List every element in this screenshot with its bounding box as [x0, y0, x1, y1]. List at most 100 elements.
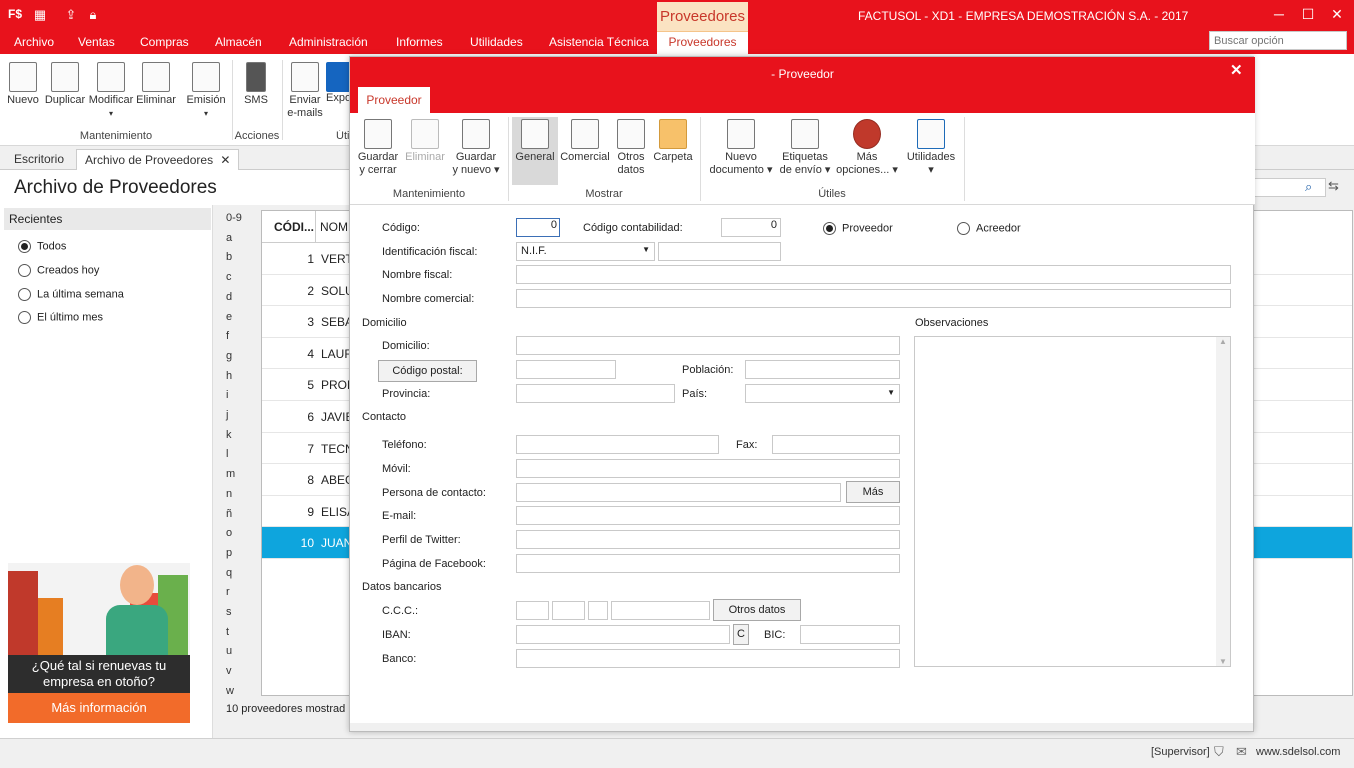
- nombre-fiscal-input[interactable]: [516, 265, 1231, 284]
- filter-todos[interactable]: Todos: [18, 240, 66, 253]
- pais-select[interactable]: ▼: [745, 384, 900, 403]
- letter-index-item[interactable]: b: [226, 251, 232, 263]
- letter-index-item[interactable]: f: [226, 330, 229, 342]
- facebook-input[interactable]: [516, 554, 900, 573]
- menu-almacen[interactable]: Almacén: [215, 35, 262, 49]
- letter-index-item[interactable]: d: [226, 291, 232, 303]
- promo-banner[interactable]: ¿Qué tal si renuevas tu empresa en otoño?…: [8, 563, 190, 723]
- letter-index-item[interactable]: q: [226, 567, 232, 579]
- maximize-icon[interactable]: ☐: [1297, 6, 1319, 24]
- letter-index-item[interactable]: u: [226, 645, 232, 657]
- filter-ultimo-mes[interactable]: El último mes: [18, 311, 103, 324]
- search-icon[interactable]: ⌕: [1305, 179, 1312, 195]
- letter-index-item[interactable]: j: [226, 409, 228, 421]
- ccc-dc-input[interactable]: [588, 601, 608, 620]
- enviar-emails-button[interactable]: Enviar e-mails: [285, 62, 325, 120]
- nombre-comercial-input[interactable]: [516, 289, 1231, 308]
- guardar-nuevo-button[interactable]: Guardar y nuevo ▾: [450, 119, 502, 177]
- letter-index-item[interactable]: s: [226, 606, 232, 618]
- comercial-button[interactable]: Comercial: [560, 119, 610, 164]
- tipo-proveedor-radio[interactable]: Proveedor: [823, 222, 893, 235]
- eliminar-button[interactable]: Eliminar: [136, 62, 176, 107]
- etiquetas-envio-button[interactable]: Etiquetas de envío ▾: [779, 119, 831, 177]
- shield-icon[interactable]: ⛉: [1214, 744, 1224, 760]
- search-option-input[interactable]: [1209, 31, 1347, 50]
- email-input[interactable]: [516, 506, 900, 525]
- mas-opciones-button[interactable]: Más opciones... ▾: [833, 119, 901, 177]
- dialog-tab-proveedor[interactable]: Proveedor: [358, 87, 430, 113]
- calendar-icon[interactable]: ▦: [31, 7, 49, 25]
- letter-index-item[interactable]: t: [226, 626, 229, 638]
- codigo-input[interactable]: 0: [516, 218, 560, 237]
- letter-index-item[interactable]: i: [226, 389, 228, 401]
- sms-button[interactable]: SMS: [240, 62, 272, 107]
- menu-informes[interactable]: Informes: [396, 35, 443, 49]
- refresh-icon[interactable]: ⇆: [1328, 178, 1339, 194]
- ccc-entidad-input[interactable]: [516, 601, 549, 620]
- grid-search-input[interactable]: [1250, 178, 1326, 197]
- scrollbar[interactable]: ▲ ▼: [1216, 337, 1230, 666]
- iban-input[interactable]: [516, 625, 730, 644]
- letter-index-item[interactable]: e: [226, 311, 232, 323]
- letter-index-item[interactable]: l: [226, 448, 228, 460]
- tipo-acreedor-radio[interactable]: Acreedor: [957, 222, 1021, 235]
- column-header-nombre[interactable]: NOM: [316, 211, 352, 243]
- menu-ventas[interactable]: Ventas: [78, 35, 115, 49]
- scroll-up-icon[interactable]: ▲: [1216, 337, 1230, 346]
- carpeta-button[interactable]: Carpeta: [652, 119, 694, 164]
- letter-index-item[interactable]: w: [226, 685, 234, 697]
- bic-input[interactable]: [800, 625, 900, 644]
- factusol-logo-icon[interactable]: F$: [6, 7, 24, 25]
- nuevo-documento-button[interactable]: Nuevo documento ▾: [705, 119, 777, 177]
- filter-creados-hoy[interactable]: Creados hoy: [18, 264, 99, 277]
- export-button[interactable]: Expo: [326, 62, 350, 105]
- letter-index-item[interactable]: ñ: [226, 508, 232, 520]
- menu-proveedores[interactable]: Proveedores: [657, 32, 748, 54]
- filter-ultima-semana[interactable]: La última semana: [18, 288, 124, 301]
- iban-calc-button[interactable]: C: [733, 624, 749, 645]
- scroll-down-icon[interactable]: ▼: [1216, 657, 1230, 666]
- menu-archivo[interactable]: Archivo: [14, 35, 54, 49]
- codigo-contabilidad-input[interactable]: 0: [721, 218, 781, 237]
- general-button[interactable]: General: [512, 117, 558, 185]
- telefono-input[interactable]: [516, 435, 719, 454]
- letter-index-item[interactable]: k: [226, 429, 232, 441]
- movil-input[interactable]: [516, 459, 900, 478]
- letter-index-item[interactable]: n: [226, 488, 232, 500]
- menu-compras[interactable]: Compras: [140, 35, 189, 49]
- letter-index-item[interactable]: r: [226, 586, 230, 598]
- tab-archivo-proveedores[interactable]: Archivo de Proveedores ✕: [76, 149, 240, 170]
- minimize-icon[interactable]: ─: [1268, 6, 1290, 24]
- id-fiscal-input[interactable]: [658, 242, 781, 261]
- domicilio-input[interactable]: [516, 336, 900, 355]
- letter-index-item[interactable]: c: [226, 271, 232, 283]
- mas-button[interactable]: Más: [846, 481, 900, 503]
- menu-administracion[interactable]: Administración: [289, 35, 368, 49]
- letter-index-item[interactable]: p: [226, 547, 232, 559]
- observaciones-textarea[interactable]: ▲ ▼: [914, 336, 1231, 667]
- banco-input[interactable]: [516, 649, 900, 668]
- letter-index-item[interactable]: v: [226, 665, 232, 677]
- duplicar-button[interactable]: Duplicar: [44, 62, 86, 107]
- promo-more-info-button[interactable]: Más información: [8, 693, 190, 723]
- dialog-close-icon[interactable]: ✕: [1230, 61, 1243, 79]
- provincia-input[interactable]: [516, 384, 675, 403]
- persona-contacto-input[interactable]: [516, 483, 841, 502]
- column-header-codigo[interactable]: CÓDI...: [262, 211, 316, 243]
- ccc-cuenta-input[interactable]: [611, 601, 710, 620]
- id-fiscal-type-select[interactable]: N.I.F. ▼: [516, 242, 655, 261]
- emision-button[interactable]: Emisión ▾: [185, 62, 227, 120]
- letter-index-item[interactable]: h: [226, 370, 232, 382]
- letter-index-item[interactable]: m: [226, 468, 235, 480]
- status-website[interactable]: www.sdelsol.com: [1256, 746, 1340, 758]
- menu-utilidades[interactable]: Utilidades: [470, 35, 523, 49]
- tab-escritorio[interactable]: Escritorio: [6, 149, 72, 170]
- close-icon[interactable]: ✕: [1326, 6, 1348, 24]
- eliminar-dialog-button[interactable]: Eliminar: [403, 119, 447, 164]
- ccc-oficina-input[interactable]: [552, 601, 585, 620]
- lock-icon[interactable]: 🔒︎: [84, 7, 102, 25]
- envelope-icon[interactable]: ✉: [1236, 744, 1247, 760]
- codigo-postal-input[interactable]: [516, 360, 616, 379]
- codigo-postal-button[interactable]: Código postal:: [378, 360, 477, 382]
- otros-datos-tab-button[interactable]: Otros datos: [612, 119, 650, 177]
